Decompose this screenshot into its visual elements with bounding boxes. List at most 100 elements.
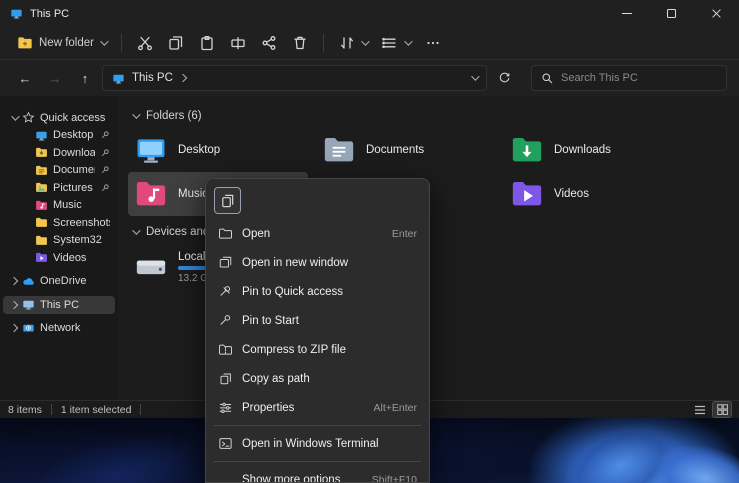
chevron-right-icon bbox=[9, 301, 17, 309]
sidebar-item-system32[interactable]: System32 bbox=[3, 232, 115, 250]
cut-icon bbox=[137, 35, 153, 51]
folder-name: Documents bbox=[366, 144, 424, 156]
sidebar-item-label: This PC bbox=[40, 299, 110, 311]
sidebar-item-documents[interactable]: Documents bbox=[3, 162, 115, 180]
menu-item-label: Pin to Quick access bbox=[242, 286, 408, 298]
share-button[interactable] bbox=[254, 30, 284, 56]
selection-count: 1 item selected bbox=[61, 404, 132, 416]
expander bbox=[10, 278, 17, 284]
sidebar-item-onedrive[interactable]: OneDrive bbox=[3, 273, 115, 291]
menu-item-label: Open bbox=[242, 228, 383, 240]
back-button[interactable]: ← bbox=[12, 65, 38, 91]
breadcrumb[interactable]: This PC bbox=[102, 65, 487, 91]
pin-icon bbox=[100, 148, 110, 158]
downloads-folder-icon bbox=[35, 146, 48, 159]
sidebar-item-videos[interactable]: Videos bbox=[3, 249, 115, 267]
menu-item-pin-to-start[interactable]: Pin to Start bbox=[210, 306, 425, 335]
sidebar-item-music[interactable]: Music bbox=[3, 197, 115, 215]
sidebar-item-downloads[interactable]: Downloads bbox=[3, 144, 115, 162]
sidebar-item-label: Network bbox=[40, 322, 110, 334]
sidebar-item-pictures[interactable]: Pictures bbox=[3, 179, 115, 197]
section-header-folders[interactable]: Folders (6) bbox=[128, 106, 739, 126]
menu-item-label: Compress to ZIP file bbox=[242, 344, 408, 356]
breadcrumb-location[interactable]: This PC bbox=[132, 72, 173, 84]
copy-icon bbox=[168, 35, 184, 51]
music-folder-icon bbox=[134, 177, 168, 211]
window-controls bbox=[604, 0, 739, 27]
toolbar-divider bbox=[323, 34, 324, 52]
quick-copy-button[interactable] bbox=[214, 187, 241, 214]
menu-item-copy-as-path[interactable]: Copy as path bbox=[210, 364, 425, 393]
up-button[interactable]: ↑ bbox=[72, 65, 98, 91]
sidebar-item-network[interactable]: Network bbox=[3, 320, 115, 338]
menu-item-label: Show more options bbox=[242, 474, 363, 483]
this-pc-icon bbox=[10, 7, 23, 20]
menu-item-compress-to-zip[interactable]: Compress to ZIP file bbox=[210, 335, 425, 364]
sidebar-item-label: Downloads bbox=[53, 147, 95, 159]
pin-icon bbox=[100, 130, 110, 140]
expander bbox=[10, 115, 17, 121]
delete-button[interactable] bbox=[285, 30, 315, 56]
folder-name: Downloads bbox=[554, 144, 611, 156]
close-button[interactable] bbox=[694, 0, 739, 27]
sidebar-item-label: Pictures bbox=[53, 182, 95, 194]
menu-item-properties[interactable]: Properties Alt+Enter bbox=[210, 393, 425, 422]
sidebar-item-this-pc[interactable]: This PC bbox=[3, 296, 115, 314]
pin-icon bbox=[218, 313, 233, 328]
details-view-button[interactable] bbox=[691, 402, 709, 417]
folder-tile-documents[interactable]: Documents bbox=[316, 128, 496, 172]
large-icons-view-button[interactable] bbox=[713, 402, 731, 417]
view-toggles bbox=[691, 402, 731, 417]
copy-button[interactable] bbox=[161, 30, 191, 56]
network-icon bbox=[22, 322, 35, 335]
close-icon bbox=[711, 8, 722, 19]
rename-button[interactable] bbox=[223, 30, 253, 56]
minimize-button[interactable] bbox=[604, 0, 649, 27]
menu-item-open-in-windows-terminal[interactable]: Open in Windows Terminal bbox=[210, 429, 425, 458]
menu-item-label: Properties bbox=[242, 402, 365, 414]
search-box[interactable] bbox=[531, 65, 727, 91]
sidebar-item-label: Desktop bbox=[53, 129, 95, 141]
new-folder-label: New folder bbox=[39, 37, 94, 49]
menu-item-pin-to-quick-access[interactable]: Pin to Quick access bbox=[210, 277, 425, 306]
window-title: This PC bbox=[30, 8, 69, 20]
folder-tile-downloads[interactable]: Downloads bbox=[504, 128, 684, 172]
minimize-icon bbox=[622, 13, 632, 14]
refresh-button[interactable] bbox=[491, 65, 517, 91]
menu-item-open[interactable]: Open Enter bbox=[210, 219, 425, 248]
new-window-icon bbox=[218, 255, 233, 270]
search-input[interactable] bbox=[561, 72, 717, 84]
sidebar-item-label: System32 bbox=[53, 234, 110, 246]
forward-button[interactable]: → bbox=[42, 65, 68, 91]
folder-tile-videos[interactable]: Videos bbox=[504, 172, 684, 216]
title-bar[interactable]: This PC bbox=[0, 0, 739, 27]
chevron-right-icon bbox=[9, 324, 17, 332]
sidebar-item-quick-access[interactable]: Quick access bbox=[3, 109, 115, 127]
pin-icon bbox=[218, 284, 233, 299]
new-folder-button[interactable]: New folder bbox=[10, 30, 113, 56]
cut-button[interactable] bbox=[130, 30, 160, 56]
sort-button[interactable] bbox=[332, 30, 374, 56]
menu-item-shortcut: Enter bbox=[392, 228, 417, 240]
view-button[interactable] bbox=[375, 30, 417, 56]
menu-item-open-in-new-window[interactable]: Open in new window bbox=[210, 248, 425, 277]
star-icon bbox=[22, 111, 35, 124]
folder-tile-desktop[interactable]: Desktop bbox=[128, 128, 308, 172]
desktop: This PC New folder bbox=[0, 0, 739, 483]
music-folder-icon bbox=[35, 199, 48, 212]
more-options-button[interactable] bbox=[418, 30, 448, 56]
menu-item-shortcut: Alt+Enter bbox=[374, 402, 417, 414]
downloads-folder-icon bbox=[510, 133, 544, 167]
menu-item-show-more-options[interactable]: Show more options Shift+F10 bbox=[210, 465, 425, 483]
maximize-button[interactable] bbox=[649, 0, 694, 27]
chevron-right-icon bbox=[9, 277, 17, 285]
sidebar-item-desktop[interactable]: Desktop bbox=[3, 127, 115, 145]
sidebar-gap bbox=[0, 314, 118, 320]
address-dropdown-icon[interactable] bbox=[471, 72, 479, 80]
videos-folder-icon bbox=[35, 251, 48, 264]
search-icon bbox=[541, 72, 554, 85]
paste-button[interactable] bbox=[192, 30, 222, 56]
section-header-label: Folders (6) bbox=[146, 110, 202, 122]
refresh-icon bbox=[498, 72, 511, 85]
sidebar-item-screenshots[interactable]: Screenshots bbox=[3, 214, 115, 232]
